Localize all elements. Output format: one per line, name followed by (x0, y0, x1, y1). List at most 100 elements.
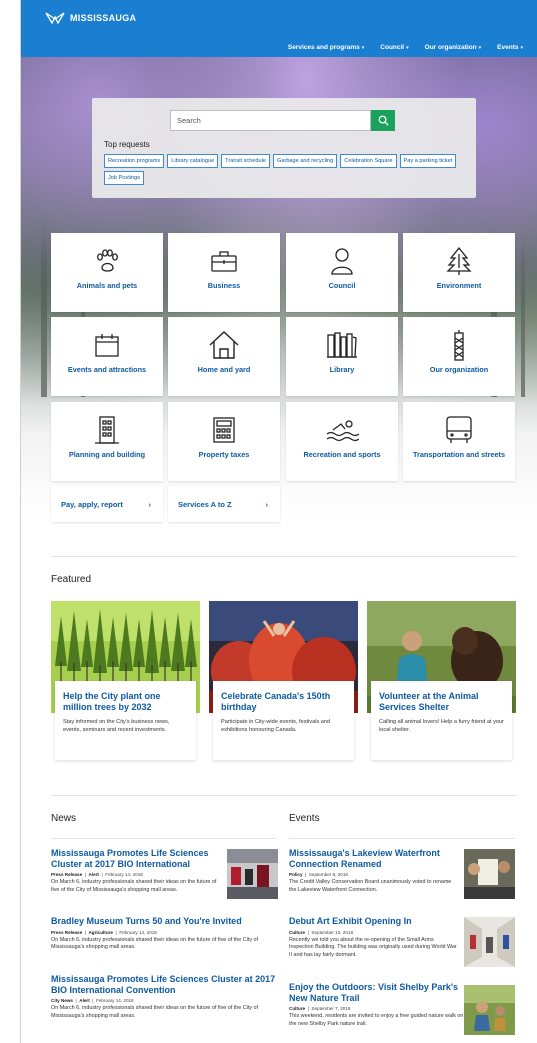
tile-label: Transportation and streets (412, 450, 506, 459)
news-item-type: Press Release (51, 872, 83, 878)
tile-label: Council (328, 281, 356, 290)
nav-events[interactable]: Events ▾ (497, 44, 523, 51)
featured-card-shelter[interactable]: Volunteer at the Animal Services Shelter… (371, 681, 512, 760)
news-item-type: Press Release (51, 929, 83, 935)
event-photo (464, 849, 515, 899)
search-icon (378, 115, 389, 126)
tile-animals-pets[interactable]: Animals and pets (51, 233, 163, 312)
tree-icon (446, 246, 472, 275)
tile-environment[interactable]: Environment (403, 233, 515, 312)
event-item-date: September 10, 2018 (311, 929, 354, 935)
nav-label: Services and programs (287, 44, 360, 51)
event-item-meta: Culture | September 10, 2018 (289, 929, 354, 935)
top-requests-list: Recreation programs Library catalogue Tr… (104, 154, 469, 185)
tile-label: Home and yard (197, 365, 251, 374)
event-item-type: Policy (289, 872, 303, 878)
featured-card-canada[interactable]: Celebrate Canada's 150th birthday Partic… (213, 681, 354, 760)
chip-transit-schedule[interactable]: Transit schedule (221, 154, 270, 168)
bus-icon (446, 416, 472, 443)
news-photo (227, 849, 278, 899)
tile-planning-building[interactable]: Planning and building (51, 402, 163, 481)
news-item-meta: Press Release | Agriculture | February 1… (51, 929, 157, 935)
tile-transportation-streets[interactable]: Transportation and streets (403, 402, 515, 481)
tile-label: Our organization (429, 365, 489, 374)
news-item-desc: On March 6, industry professionals share… (51, 936, 259, 951)
search-button[interactable] (371, 110, 395, 131)
featured-card-trees[interactable]: Help the City plant one million trees by… (55, 681, 196, 760)
tile-property-taxes[interactable]: Property taxes (168, 402, 280, 481)
event-thumbnail[interactable] (464, 917, 515, 967)
chip-parking-ticket[interactable]: Pay a parking ticket (399, 154, 457, 168)
tile-recreation-sports[interactable]: Recreation and sports (286, 402, 398, 481)
tile-events-attractions[interactable]: Events and attractions (51, 317, 163, 396)
top-requests-title: Top requests (104, 140, 150, 149)
tile-label: Planning and building (68, 450, 146, 459)
event-item[interactable]: Debut Art Exhibit Opening In Culture | S… (289, 916, 457, 960)
news-item[interactable]: Bradley Museum Turns 50 and You're Invit… (51, 916, 279, 952)
event-thumbnail[interactable] (464, 849, 515, 899)
event-item[interactable]: Mississauga's Lakeview Waterfront Connec… (289, 848, 457, 895)
chevron-down-icon: ▾ (478, 44, 482, 51)
tile-label: Property taxes (198, 450, 250, 459)
chip-recreation-programs[interactable]: Recreation programs (104, 154, 165, 168)
news-item[interactable]: Mississauga Promotes Life Sciences Clust… (51, 974, 279, 1021)
chevron-down-icon: ▾ (406, 44, 409, 51)
news-item[interactable]: Mississauga Promotes Life Sciences Clust… (51, 848, 221, 895)
brand-name: MISSISSAUGA (70, 13, 137, 23)
nav-services[interactable]: Services and programs ▾ (288, 44, 364, 51)
tile-council[interactable]: Council (286, 233, 398, 312)
person-icon (331, 248, 353, 275)
link-label: Pay, apply, report (61, 499, 123, 509)
chevron-right-icon: › (148, 499, 152, 509)
featured-card-desc: Calling all animal lovers! Help a furry … (379, 718, 504, 733)
nav-our-organization[interactable]: Our organization ▾ (425, 44, 482, 51)
nav-council[interactable]: Council ▾ (380, 44, 408, 51)
news-thumbnail[interactable] (227, 849, 278, 899)
tree-trunk (41, 217, 47, 397)
news-item-date: February 14, 2018 (105, 872, 143, 878)
news-item-meta: Press Release | Alert | February 14, 201… (51, 872, 143, 878)
tile-business[interactable]: Business (168, 233, 280, 312)
news-item-tag: Agriculture (88, 929, 113, 935)
chip-garbage-recycling[interactable]: Garbage and recycling (273, 154, 338, 168)
section-divider (51, 556, 516, 557)
swimmer-icon (326, 420, 359, 442)
news-item-desc: On March 6, industry professionals share… (51, 879, 217, 894)
tile-home-yard[interactable]: Home and yard (168, 317, 280, 396)
news-item-tag: Alert (88, 872, 99, 878)
events-divider (289, 838, 515, 839)
tile-library[interactable]: Library (286, 317, 398, 396)
featured-card-desc: Participate in City-wide events, festiva… (221, 718, 331, 733)
tile-label: Business (207, 281, 241, 290)
link-label: Services A to Z (178, 499, 232, 509)
news-item-date: February 14, 2018 (96, 998, 134, 1004)
chip-job-postings[interactable]: Job Postings (104, 171, 145, 185)
news-title: News (51, 813, 77, 824)
link-services-a-to-z[interactable]: Services A to Z › (168, 486, 280, 522)
calculator-icon (213, 417, 235, 443)
link-pay-apply-report[interactable]: Pay, apply, report › (51, 486, 163, 522)
search-input[interactable] (170, 110, 371, 131)
building-icon (95, 416, 119, 444)
nav-label: Events (497, 44, 519, 51)
chip-library-catalogue[interactable]: Library catalogue (167, 154, 219, 168)
event-item[interactable]: Enjoy the Outdoors: Visit Shelby Park's … (289, 982, 464, 1029)
event-thumbnail[interactable] (464, 985, 515, 1035)
tile-our-organization[interactable]: Our organization (403, 317, 515, 396)
briefcase-icon (211, 251, 237, 272)
tile-label: Animals and pets (76, 281, 138, 290)
tower-icon (454, 330, 464, 361)
featured-card-title: Volunteer at the Animal Services Shelter (379, 691, 479, 712)
event-item-meta: Policy | September 8, 2018 (289, 872, 348, 878)
search-bar (170, 110, 395, 131)
chevron-right-icon: › (265, 499, 269, 509)
news-item-title: Mississauga Promotes Life Sciences Clust… (51, 848, 209, 869)
event-item-title: Enjoy the Outdoors: Visit Shelby Park's … (289, 982, 459, 1003)
events-title: Events (289, 813, 320, 824)
event-photo (464, 985, 515, 1035)
chip-celebration-square[interactable]: Celebration Square (340, 154, 397, 168)
logo[interactable]: MISSISSAUGA (45, 12, 136, 24)
featured-card-title: Celebrate Canada's 150th birthday (221, 691, 331, 712)
news-divider (51, 838, 276, 839)
tile-label: Library (329, 365, 355, 374)
